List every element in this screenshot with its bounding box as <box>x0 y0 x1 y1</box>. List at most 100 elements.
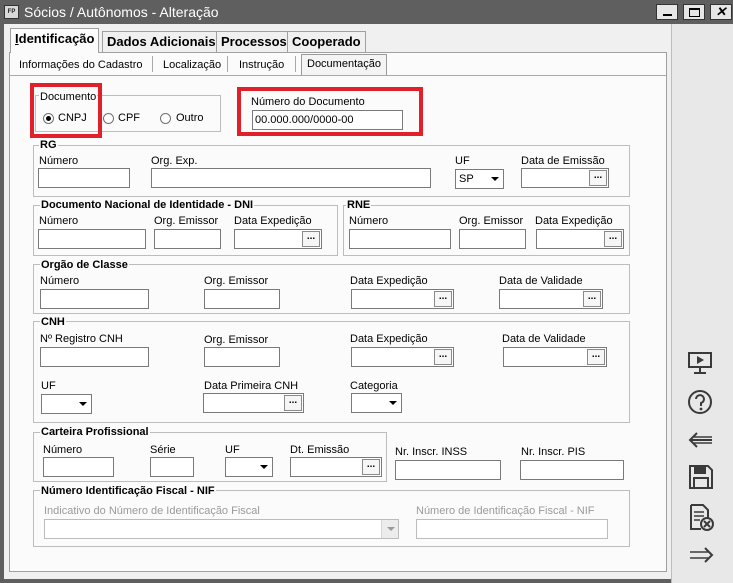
tab-processos[interactable]: Processos <box>216 31 292 52</box>
cnh-data-validade-input[interactable]: ... <box>503 347 607 367</box>
save-button[interactable] <box>684 462 718 492</box>
cnh-uf-select[interactable] <box>41 394 92 414</box>
rg-title: RG <box>39 139 58 151</box>
nif-numero-input[interactable] <box>416 519 608 539</box>
back-button[interactable] <box>684 425 718 455</box>
cnh-org-emissor-input[interactable] <box>204 347 280 367</box>
calendar-button[interactable]: ... <box>284 395 302 411</box>
radio-cnpj[interactable] <box>43 113 54 124</box>
cnh-data-validade-label: Data de Validade <box>502 333 586 345</box>
calendar-button[interactable]: ... <box>604 231 622 247</box>
cnh-data-expedicao-input[interactable]: ... <box>351 347 454 367</box>
documento-title: Documento <box>39 91 98 103</box>
subtab-baseline <box>10 75 666 76</box>
rne-title: RNE <box>346 199 372 211</box>
orgao-classe-title: Orgão de Classe <box>40 259 129 271</box>
orgao-data-expedicao-input[interactable]: ... <box>351 289 454 309</box>
calendar-button[interactable]: ... <box>583 291 601 307</box>
dni-data-expedicao-input[interactable]: ... <box>234 229 322 249</box>
subtab-documentacao[interactable]: Documentação <box>301 54 387 76</box>
rg-org-exp-input[interactable] <box>151 168 431 188</box>
nif-indicativo-select[interactable] <box>44 519 399 539</box>
tab-cooperado[interactable]: Cooperado <box>287 31 366 52</box>
cnh-registro-label: Nº Registro CNH <box>40 333 123 345</box>
chevron-down-icon <box>74 395 91 413</box>
cnh-uf-label: UF <box>41 380 56 392</box>
presentation-icon <box>688 352 712 374</box>
subtab-localizacao[interactable]: Localização <box>157 55 227 75</box>
cnh-categoria-select[interactable] <box>351 393 402 413</box>
subtab-instrucao[interactable]: Instrução <box>233 55 290 75</box>
rg-uf-value: SP <box>459 173 474 185</box>
tab-identificacao[interactable]: Identificação <box>10 28 100 53</box>
calendar-button[interactable]: ... <box>587 349 605 365</box>
orgao-data-validade-input[interactable]: ... <box>499 289 603 309</box>
carteira-numero-label: Número <box>43 444 83 456</box>
numero-documento-input[interactable]: 00.000.000/0000-00 <box>252 110 403 130</box>
dni-numero-label: Número <box>39 215 79 227</box>
cnh-categoria-label: Categoria <box>350 380 398 392</box>
tab-label: Dados Adicionais <box>107 34 216 49</box>
rg-uf-label: UF <box>455 155 470 167</box>
calendar-button[interactable]: ... <box>362 459 380 475</box>
nif-title: Número Identificação Fiscal - NIF <box>40 485 216 497</box>
subtab-label: Documentação <box>307 58 381 70</box>
carteira-serie-input[interactable] <box>150 457 194 477</box>
dni-data-expedicao-label: Data Expedição <box>234 215 312 227</box>
tab-label: Identificação <box>15 31 95 46</box>
rg-numero-input[interactable] <box>38 168 130 188</box>
app-icon: FP <box>4 5 19 19</box>
orgao-org-emissor-input[interactable] <box>204 289 280 309</box>
presentation-button[interactable] <box>684 347 718 377</box>
dni-org-emissor-input[interactable] <box>154 229 221 249</box>
forward-button[interactable] <box>684 540 718 570</box>
radio-cpf-label: CPF <box>118 112 140 124</box>
radio-cpf[interactable] <box>103 113 114 124</box>
rne-numero-input[interactable] <box>349 229 451 249</box>
minimize-button[interactable] <box>656 4 678 20</box>
help-button[interactable] <box>684 387 718 417</box>
calendar-button[interactable]: ... <box>589 170 607 186</box>
inss-label: Nr. Inscr. INSS <box>395 446 468 458</box>
orgao-numero-input[interactable] <box>40 289 149 309</box>
subtab-divider <box>295 56 296 72</box>
cancel-document-button[interactable] <box>684 502 718 532</box>
cnh-primeira-input[interactable]: ... <box>203 393 304 413</box>
subtab-divider <box>152 56 153 72</box>
radio-outro-label: Outro <box>176 112 204 124</box>
orgao-numero-label: Número <box>40 275 80 287</box>
tab-dados-adicionais[interactable]: Dados Adicionais <box>102 31 221 52</box>
inss-input[interactable] <box>395 460 501 480</box>
calendar-button[interactable]: ... <box>434 291 452 307</box>
dni-org-emissor-label: Org. Emissor <box>154 215 219 227</box>
window-title: Sócios / Autônomos - Alteração <box>24 4 219 20</box>
subtab-informacoes-cadastro[interactable]: Informações do Cadastro <box>13 55 149 75</box>
rg-data-emissao-label: Data de Emissão <box>521 155 605 167</box>
maximize-button[interactable] <box>683 4 705 20</box>
carteira-numero-input[interactable] <box>43 457 114 477</box>
carteira-serie-label: Série <box>150 444 176 456</box>
subtab-label: Instrução <box>239 59 285 71</box>
subtab-divider <box>227 56 228 72</box>
cnh-org-emissor-label: Org. Emissor <box>204 334 269 346</box>
radio-outro[interactable] <box>160 113 171 124</box>
cnh-registro-input[interactable] <box>40 347 149 367</box>
calendar-button[interactable]: ... <box>434 349 452 365</box>
carteira-dt-emissao-label: Dt. Emissão <box>290 444 350 456</box>
pis-label: Nr. Inscr. PIS <box>521 446 586 458</box>
nif-indicativo-label: Indicativo do Número de Identificação Fi… <box>44 505 260 517</box>
pis-input[interactable] <box>520 460 624 480</box>
rne-org-emissor-input[interactable] <box>459 229 526 249</box>
rne-data-expedicao-input[interactable]: ... <box>536 229 624 249</box>
forward-arrow-icon <box>690 547 714 563</box>
calendar-button[interactable]: ... <box>302 231 320 247</box>
cnh-title: CNH <box>40 316 66 328</box>
cnh-data-expedicao-label: Data Expedição <box>350 333 428 345</box>
close-button[interactable]: ✕ <box>710 4 732 20</box>
dni-numero-input[interactable] <box>38 229 146 249</box>
rg-uf-select[interactable]: SP <box>455 169 504 189</box>
carteira-uf-select[interactable] <box>225 457 273 477</box>
rg-data-emissao-input[interactable]: ... <box>521 168 609 188</box>
chevron-down-icon <box>486 170 503 188</box>
carteira-dt-emissao-input[interactable]: ... <box>290 457 382 477</box>
